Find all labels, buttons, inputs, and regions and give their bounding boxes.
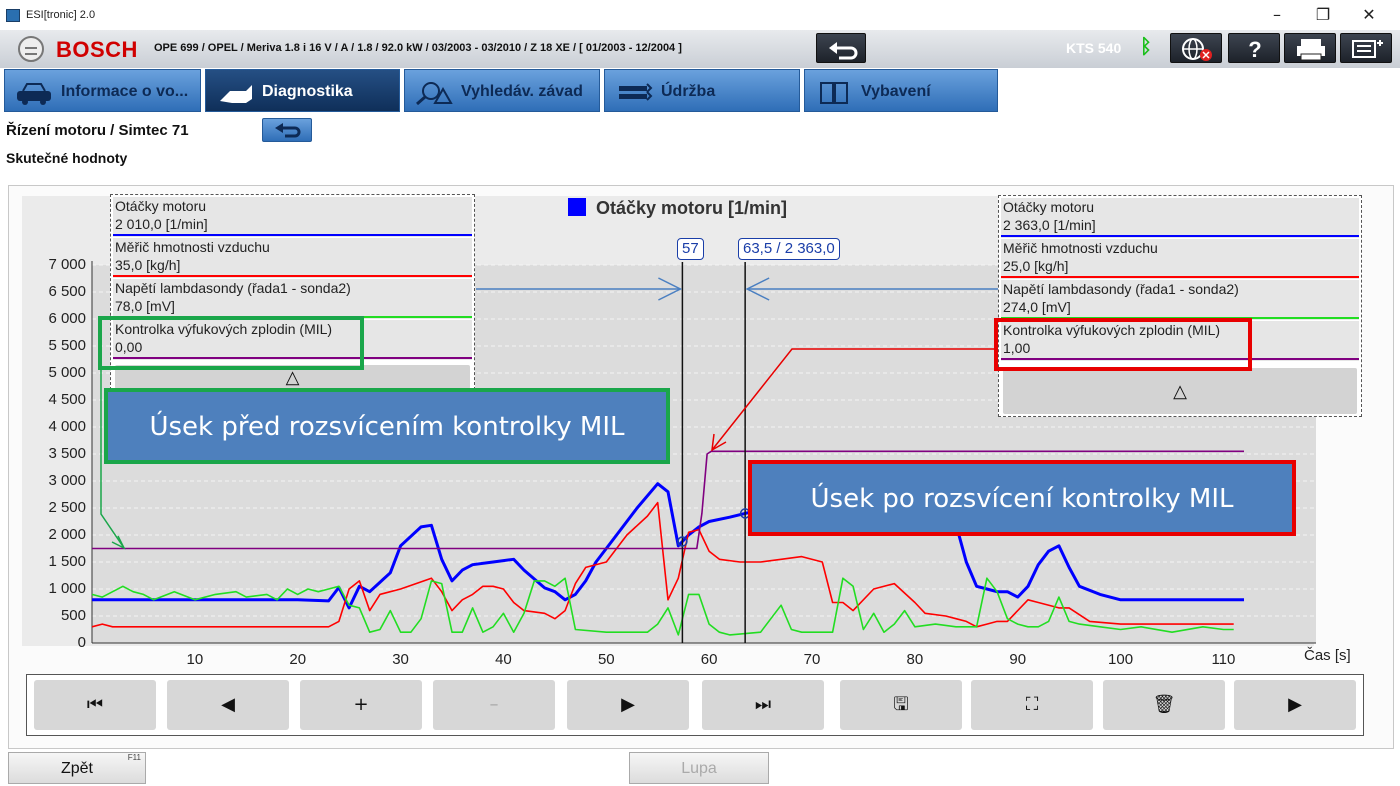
- legend-left-entry[interactable]: Otáčky motoru 2 010,0 [1/min]: [113, 197, 472, 237]
- y-tick-label: 5 000: [48, 364, 86, 381]
- x-tick-label: 80: [906, 651, 924, 668]
- legend-entry-color-line: [1001, 235, 1359, 237]
- x-axis-label: Čas [s]: [1304, 647, 1351, 664]
- delete-button[interactable]: 🗑: [1103, 680, 1225, 730]
- y-tick-label: 2 500: [48, 499, 86, 516]
- y-tick-label: 6 000: [48, 310, 86, 327]
- mil-off-highlight: [98, 316, 364, 370]
- legend-right-scroll-button[interactable]: △: [1003, 368, 1357, 414]
- x-tick-label: 110: [1211, 651, 1236, 668]
- chart-toolbar: ⏮ ◀ + – ▶ ⏭ 🖫 ⛶ 🗑 ▶: [26, 674, 1364, 736]
- legend-entry-value: 35,0 [kg/h]: [115, 257, 181, 273]
- legend-entry-value: 25,0 [kg/h]: [1003, 258, 1069, 274]
- save-button[interactable]: 🖫: [840, 680, 962, 730]
- x-tick-label: 100: [1108, 651, 1134, 668]
- legend-left-entry[interactable]: Napětí lambdasondy (řada1 - sonda2) 78,0…: [113, 279, 472, 319]
- callout-after-mil: Úsek po rozsvícení kontrolky MIL: [748, 460, 1296, 536]
- y-tick-label: 3 000: [48, 472, 86, 489]
- back-button-label: Zpět: [60, 760, 93, 777]
- legend-right-entry[interactable]: Napětí lambdasondy (řada1 - sonda2) 274,…: [1001, 280, 1359, 320]
- legend-entry-color-line: [113, 234, 472, 236]
- zoom-button[interactable]: Lupa: [629, 752, 769, 784]
- first-button[interactable]: ⏮: [34, 680, 156, 730]
- legend-entry-name: Měřič hmotnosti vzduchu: [1003, 240, 1158, 256]
- x-tick-label: 70: [803, 651, 821, 668]
- legend-entry-value: 2 363,0 [1/min]: [1003, 217, 1096, 233]
- legend-entry-color-line: [1001, 276, 1359, 278]
- play-button[interactable]: ▶: [1234, 680, 1356, 730]
- legend-entry-value: 274,0 [mV]: [1003, 299, 1071, 315]
- legend-entry-name: Napětí lambdasondy (řada1 - sonda2): [115, 280, 351, 296]
- legend-entry-name: Měřič hmotnosti vzduchu: [115, 239, 270, 255]
- prev-button[interactable]: ◀: [167, 680, 289, 730]
- graph-settings-button[interactable]: ⛶: [971, 680, 1093, 730]
- back-button-key: F11: [127, 753, 141, 762]
- legend-entry-value: 2 010,0 [1/min]: [115, 216, 208, 232]
- mil-on-highlight: [994, 318, 1252, 371]
- legend-right-entry[interactable]: Otáčky motoru 2 363,0 [1/min]: [1001, 198, 1359, 238]
- chart-title: Otáčky motoru [1/min]: [568, 198, 787, 219]
- x-tick-label: 60: [700, 651, 718, 668]
- y-tick-label: 500: [60, 607, 86, 624]
- chart-title-text: Otáčky motoru [1/min]: [596, 198, 788, 218]
- callout-before-mil: Úsek před rozsvícením kontrolky MIL: [104, 388, 670, 464]
- y-tick-label: 1 000: [48, 580, 86, 597]
- cursor-right-label: 63,5 / 2 363,0: [738, 238, 840, 260]
- legend-entry-value: 78,0 [mV]: [115, 298, 175, 314]
- x-tick-label: 30: [392, 651, 409, 668]
- legend-entry-name: Otáčky motoru: [115, 198, 207, 214]
- back-button[interactable]: Zpět F11: [8, 752, 146, 784]
- y-tick-label: 2 000: [48, 526, 86, 543]
- y-tick-label: 7 000: [48, 256, 86, 273]
- chart-title-swatch: [568, 198, 586, 216]
- y-tick-label: 3 500: [48, 445, 86, 462]
- zoom-in-button[interactable]: +: [300, 680, 422, 730]
- legend-entry-color-line: [113, 275, 472, 277]
- x-tick-label: 90: [1009, 651, 1027, 668]
- y-tick-label: 1 500: [48, 553, 86, 570]
- legend-left-entry[interactable]: Měřič hmotnosti vzduchu 35,0 [kg/h]: [113, 238, 472, 278]
- app-window: ESI[tronic] 2.0 – ❐ ✕ BOSCH OPE 699 / OP…: [0, 0, 1400, 786]
- y-tick-label: 4 000: [48, 418, 86, 435]
- legend-right-entry[interactable]: Měřič hmotnosti vzduchu 25,0 [kg/h]: [1001, 239, 1359, 279]
- x-tick-label: 50: [597, 651, 615, 668]
- y-tick-label: 4 500: [48, 391, 86, 408]
- legend-entry-name: Napětí lambdasondy (řada1 - sonda2): [1003, 281, 1239, 297]
- last-button[interactable]: ⏭: [702, 680, 824, 730]
- legend-entry-name: Otáčky motoru: [1003, 199, 1095, 215]
- y-tick-label: 5 500: [48, 337, 86, 354]
- y-tick-label: 0: [77, 634, 86, 651]
- legend-right: Otáčky motoru 2 363,0 [1/min] Měřič hmot…: [998, 195, 1362, 417]
- zoom-out-button[interactable]: –: [433, 680, 555, 730]
- y-tick-label: 6 500: [48, 283, 86, 300]
- x-tick-label: 20: [289, 651, 307, 668]
- next-button[interactable]: ▶: [567, 680, 689, 730]
- cursor-left-label: 57: [677, 238, 704, 260]
- x-tick-label: 40: [495, 651, 512, 668]
- x-tick-label: 10: [186, 651, 204, 668]
